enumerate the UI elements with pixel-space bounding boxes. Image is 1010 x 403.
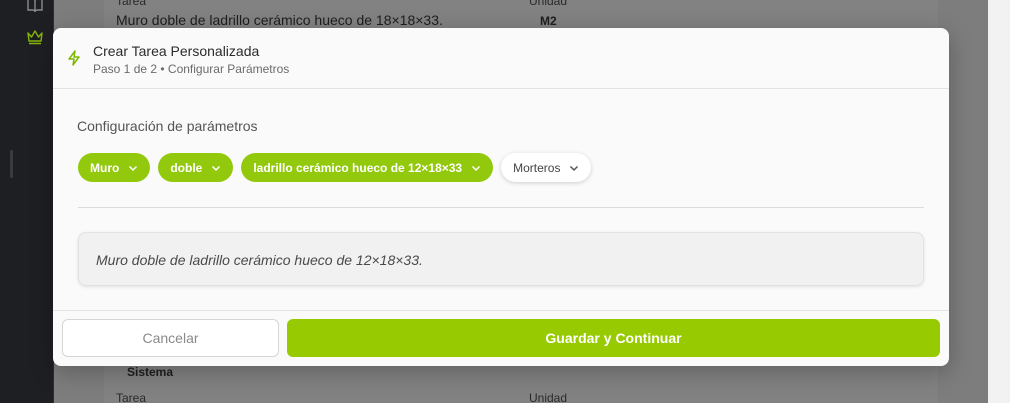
chip-muro-dropdown[interactable]: Muro <box>78 153 151 182</box>
chip-label: doble <box>170 160 203 175</box>
bg-col-task-header: Tarea <box>116 391 147 403</box>
bg-col-unit-header: Unidad <box>529 391 568 403</box>
section-divider <box>78 207 924 208</box>
chip-morteros-dropdown[interactable]: Morteros <box>501 153 592 182</box>
book-icon[interactable] <box>26 0 44 14</box>
parameters-section-label: Configuración de parámetros <box>77 118 258 134</box>
chip-label: Muro <box>90 160 120 175</box>
cancel-button[interactable]: Cancelar <box>62 319 279 357</box>
chevron-down-icon <box>570 165 579 171</box>
modal-subtitle: Paso 1 de 2 • Configurar Parámetros <box>93 62 290 76</box>
parameter-chips: Muro doble ladrillo cerámico hueco de 12… <box>78 153 592 182</box>
bg-col-task-header: Tarea <box>116 0 147 8</box>
create-task-modal: Crear Tarea Personalizada Paso 1 de 2 • … <box>53 28 949 366</box>
bg-col-unit-header: Unidad <box>529 0 568 8</box>
lightning-icon <box>65 49 83 67</box>
chip-label: ladrillo cerámico hueco de 12×18×33 <box>253 160 463 175</box>
bg-section-label: Sistema <box>127 365 174 379</box>
bg-unit-text: M2 <box>540 14 557 28</box>
chevron-down-icon <box>472 165 481 171</box>
save-continue-button[interactable]: Guardar y Continuar <box>287 319 940 357</box>
task-preview-box: Muro doble de ladrillo cerámico hueco de… <box>78 232 924 286</box>
sidebar-resize-handle[interactable] <box>10 150 13 178</box>
chevron-down-icon <box>129 165 138 171</box>
task-preview-text: Muro doble de ladrillo cerámico hueco de… <box>96 252 423 268</box>
background-card-top: Tarea Unidad Muro doble de ladrillo cerá… <box>104 0 938 30</box>
footer-divider <box>53 310 949 311</box>
background-card-bottom: Sistema Tarea Unidad <box>104 362 938 403</box>
chip-ladrillo-dropdown[interactable]: ladrillo cerámico hueco de 12×18×33 <box>241 153 494 182</box>
modal-header: Crear Tarea Personalizada Paso 1 de 2 • … <box>53 28 949 89</box>
modal-title: Crear Tarea Personalizada <box>93 43 260 59</box>
app-sidebar <box>0 0 54 403</box>
bg-task-text: Muro doble de ladrillo cerámico hueco de… <box>116 12 443 28</box>
right-panel-edge <box>988 0 1010 403</box>
chevron-down-icon <box>212 165 221 171</box>
chip-label: Morteros <box>513 160 561 175</box>
crown-icon[interactable] <box>26 28 44 46</box>
chip-doble-dropdown[interactable]: doble <box>158 153 234 182</box>
